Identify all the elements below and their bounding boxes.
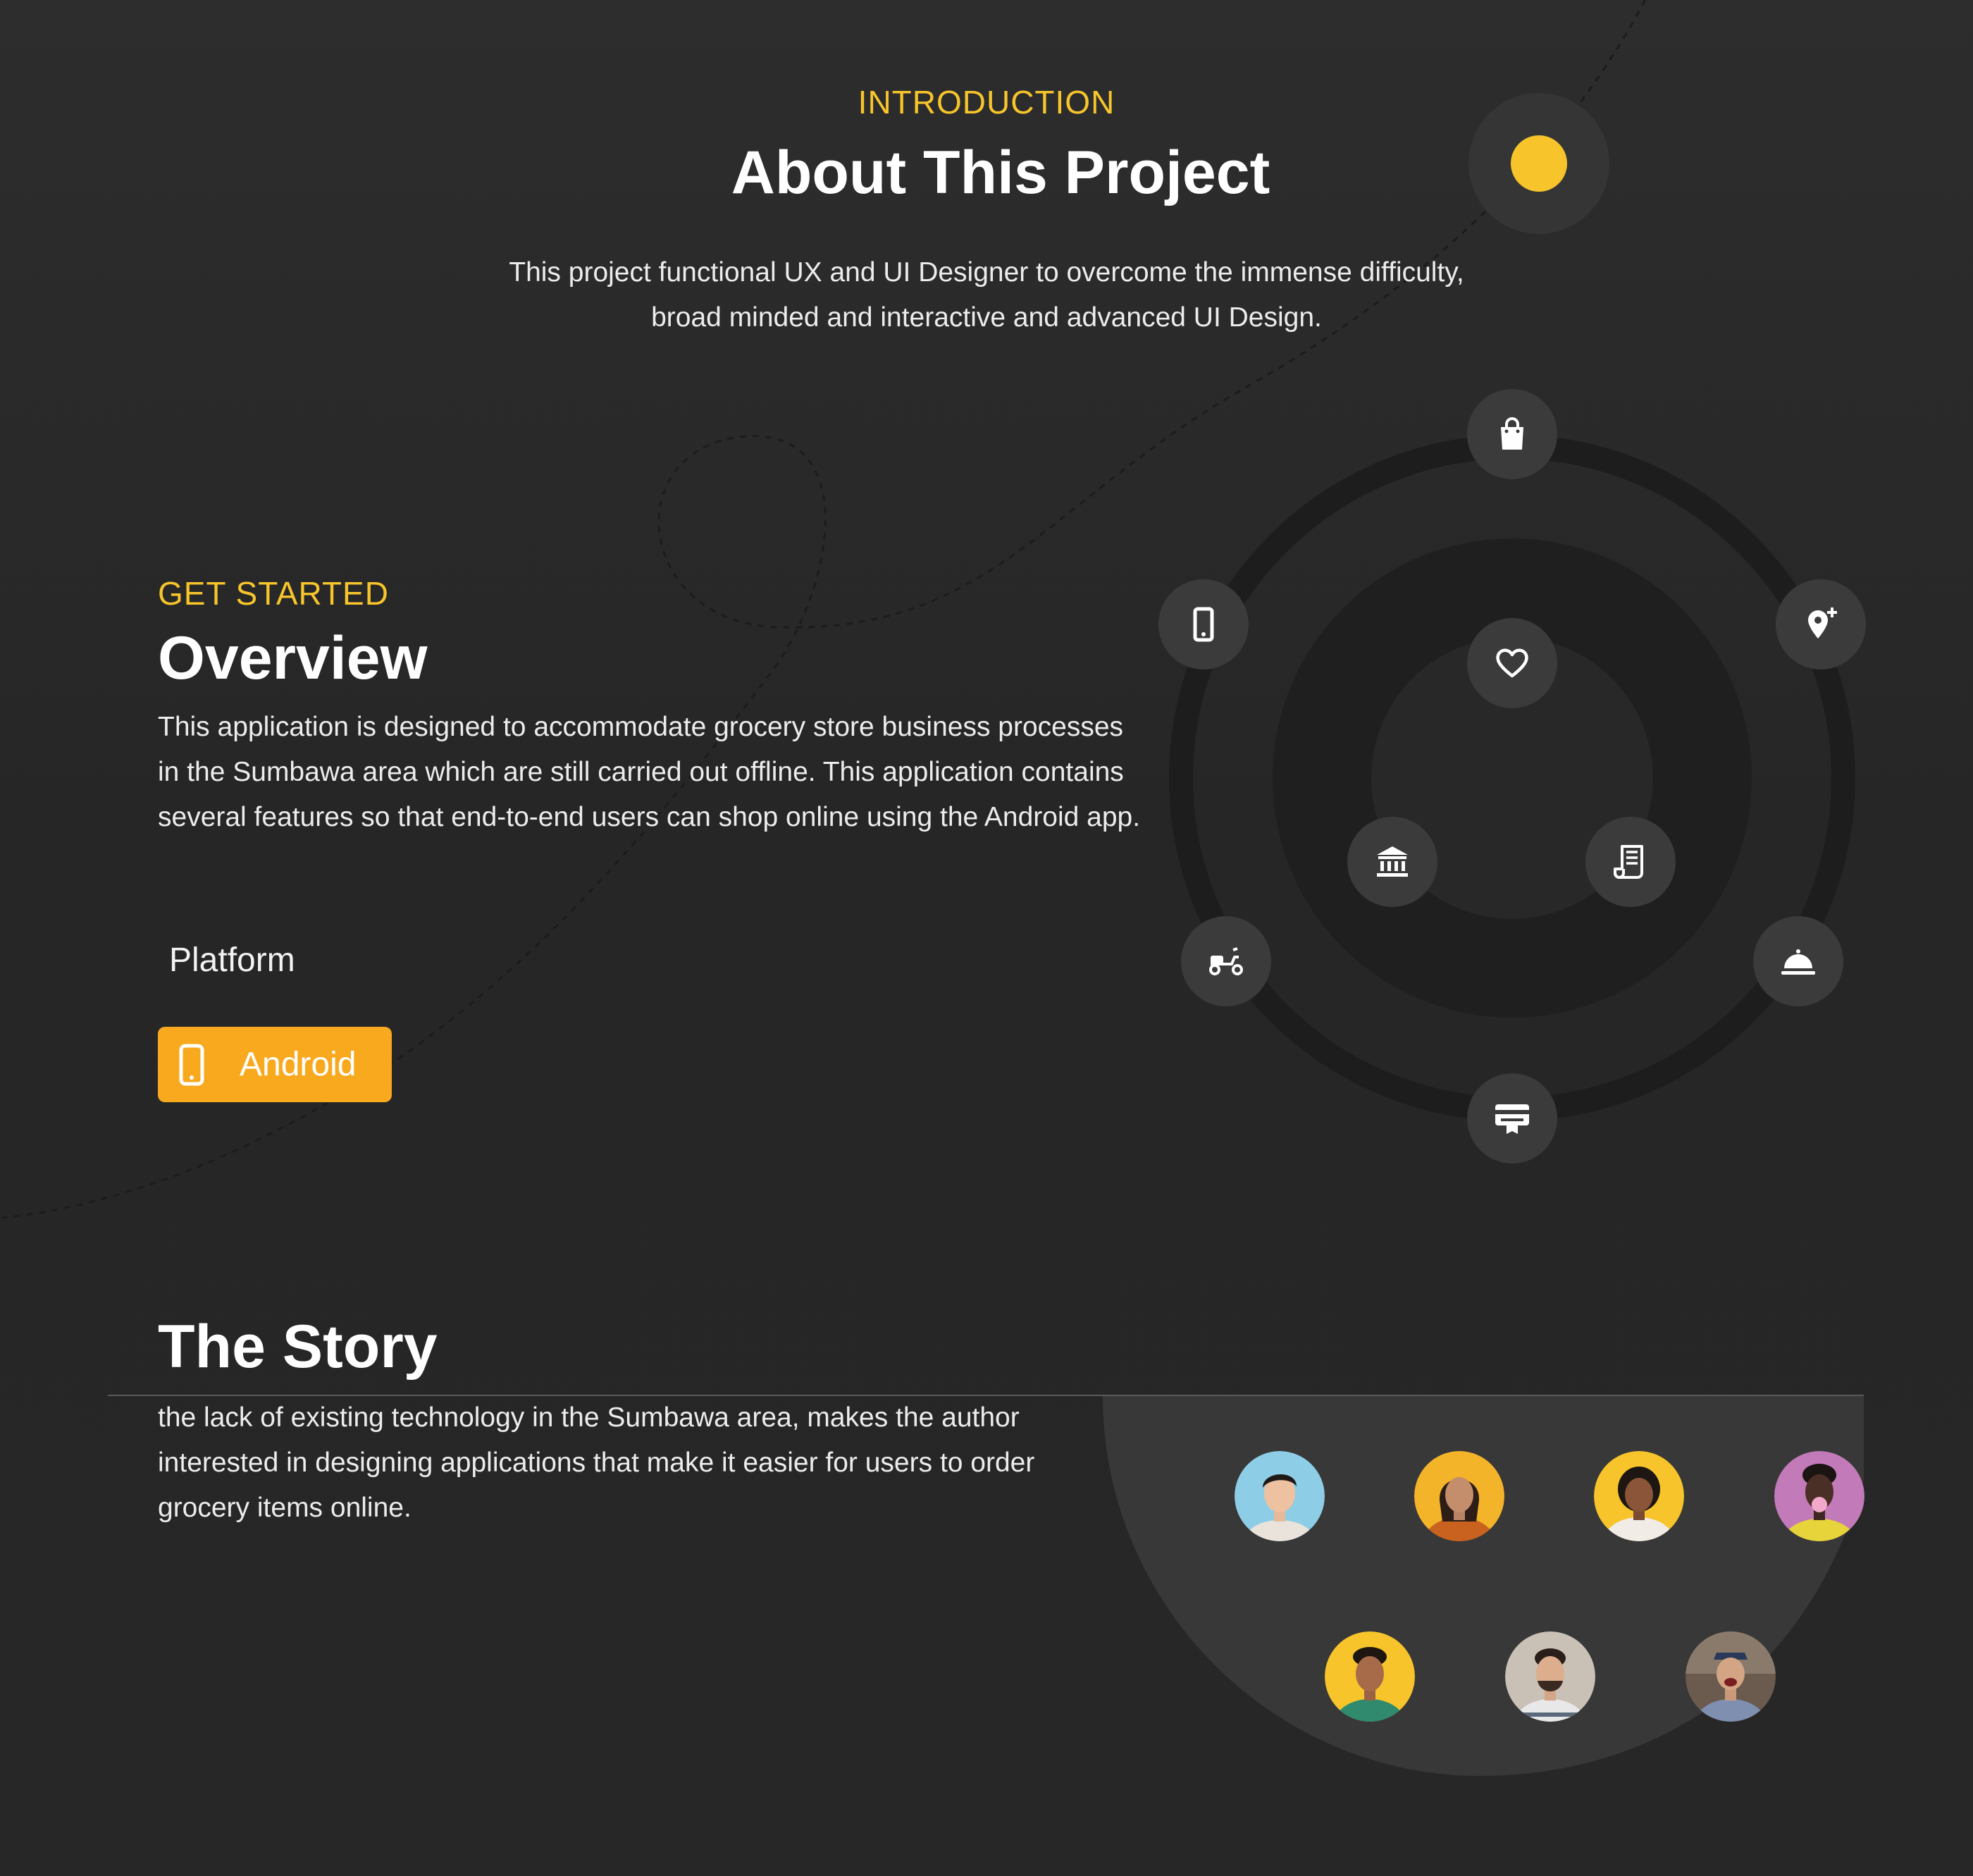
intro-description: This project functional UX and UI Design… (509, 257, 1464, 333)
platform-label: Platform (169, 942, 295, 979)
overview-eyebrow: GET STARTED (158, 575, 389, 612)
shopping-bag-icon (1467, 389, 1557, 479)
bank-icon (1347, 817, 1437, 907)
android-button-label: Android (240, 1046, 357, 1083)
story-title: The Story (158, 1313, 438, 1381)
user-avatar (1505, 1631, 1595, 1722)
pos-terminal-icon (1467, 1073, 1557, 1164)
food-cloche-icon (1753, 916, 1843, 1006)
user-avatar (1235, 1451, 1325, 1541)
user-avatar (1774, 1451, 1864, 1541)
user-avatar (1594, 1451, 1684, 1541)
story-description: the lack of existing technology in the S… (158, 1402, 1035, 1523)
android-platform-button[interactable]: Android (158, 1027, 392, 1102)
user-avatar (1686, 1631, 1776, 1722)
scooter-icon (1181, 916, 1271, 1006)
receipt-icon (1585, 817, 1676, 907)
smartphone-icon (179, 1044, 204, 1086)
intro-title: About This Project (731, 139, 1270, 206)
intro-eyebrow: INTRODUCTION (858, 84, 1115, 121)
heart-icon (1467, 618, 1557, 708)
smartphone-icon (1158, 579, 1249, 669)
user-avatar (1414, 1451, 1504, 1541)
overview-title: Overview (158, 624, 428, 692)
add-location-icon (1776, 579, 1866, 669)
user-avatar (1325, 1631, 1415, 1722)
overview-description: This application is designed to accommod… (158, 712, 1141, 832)
